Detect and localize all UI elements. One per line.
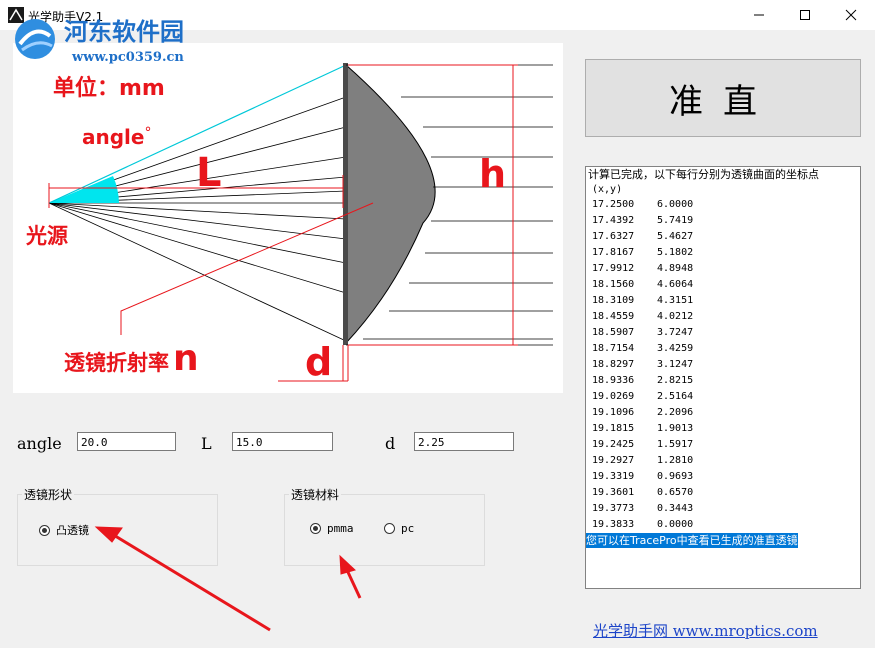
coordinate-row: 18.4559 4.0212 [586, 309, 860, 325]
coordinate-row: 18.9336 2.8215 [586, 373, 860, 389]
coordinate-x: 17.8167 [592, 247, 635, 258]
coordinate-y: 2.8215 [657, 375, 694, 386]
collimate-button[interactable]: 准直 [585, 59, 861, 137]
coordinate-row: 19.3833 0.0000 [586, 517, 860, 533]
coordinate-row: 18.7154 3.4259 [586, 341, 860, 357]
coordinate-y: 1.2810 [657, 455, 694, 466]
coordinate-y: 6.0000 [657, 199, 694, 210]
coordinate-row: 19.2927 1.2810 [586, 453, 860, 469]
coordinate-x: 19.1815 [592, 423, 635, 434]
website-link[interactable]: 光学助手网 www.mroptics.com [593, 620, 818, 641]
coordinate-row: 19.3319 0.9693 [586, 469, 860, 485]
coordinate-row: 17.2500 6.0000 [586, 197, 860, 213]
coordinate-y: 5.7419 [657, 215, 694, 226]
coordinate-y: 4.3151 [657, 295, 694, 306]
coordinate-x: 19.3773 [592, 503, 635, 514]
coordinate-x: 19.0269 [592, 391, 635, 402]
coordinate-x: 19.3833 [592, 519, 635, 530]
coordinate-x: 17.9912 [592, 263, 635, 274]
coordinate-x: 19.2927 [592, 455, 635, 466]
coordinate-y: 1.9013 [657, 423, 694, 434]
coordinate-row: 17.8167 5.1802 [586, 245, 860, 261]
coordinate-y: 3.7247 [657, 327, 694, 338]
coordinate-x: 18.3109 [592, 295, 635, 306]
coordinate-y: 4.8948 [657, 263, 694, 274]
coordinate-x: 18.9336 [592, 375, 635, 386]
coordinate-row: 18.8297 3.1247 [586, 357, 860, 373]
coordinate-x: 19.3319 [592, 471, 635, 482]
coordinate-x: 17.4392 [592, 215, 635, 226]
coordinate-x: 18.7154 [592, 343, 635, 354]
coordinate-y: 1.5917 [657, 439, 694, 450]
coordinate-x: 19.1096 [592, 407, 635, 418]
coordinate-x: 18.1560 [592, 279, 635, 290]
coordinate-y: 4.6064 [657, 279, 694, 290]
coordinate-row: 19.3601 0.6570 [586, 485, 860, 501]
coordinate-y: 0.6570 [657, 487, 694, 498]
coordinate-row: 19.1096 2.2096 [586, 405, 860, 421]
coordinate-x: 19.3601 [592, 487, 635, 498]
output-header: 计算已完成，以下每行分别为透镜曲面的坐标点 [588, 168, 819, 181]
coordinate-row: 17.9912 4.8948 [586, 261, 860, 277]
coordinate-y: 0.3443 [657, 503, 694, 514]
coordinate-y: 0.0000 [657, 519, 694, 530]
coordinate-x: 17.2500 [592, 199, 635, 210]
coordinate-row: 17.6327 5.4627 [586, 229, 860, 245]
output-subheader: (x,y) [592, 184, 623, 195]
coordinate-x: 18.4559 [592, 311, 635, 322]
coordinate-y: 0.9693 [657, 471, 694, 482]
output-footer: 您可以在TracePro中查看已生成的准直透镜 [586, 533, 798, 548]
coordinate-x: 18.8297 [592, 359, 635, 370]
coordinate-x: 18.5907 [592, 327, 635, 338]
output-textarea[interactable]: 计算已完成，以下每行分别为透镜曲面的坐标点 (x,y) 17.2500 6.000… [585, 166, 861, 589]
coordinate-row: 19.3773 0.3443 [586, 501, 860, 517]
coordinate-y: 3.4259 [657, 343, 694, 354]
coordinate-y: 2.2096 [657, 407, 694, 418]
coordinate-y: 3.1247 [657, 359, 694, 370]
coordinate-row: 19.2425 1.5917 [586, 437, 860, 453]
coordinate-list: 17.2500 6.0000 17.4392 5.7419 17.6327 5.4627 1… [586, 197, 860, 533]
coordinate-x: 17.6327 [592, 231, 635, 242]
output-footer-line: 您可以在TracePro中查看已生成的准直透镜 [586, 533, 860, 548]
coordinate-row: 18.3109 4.3151 [586, 293, 860, 309]
coordinate-y: 5.1802 [657, 247, 694, 258]
coordinate-x: 19.2425 [592, 439, 635, 450]
coordinate-y: 4.0212 [657, 311, 694, 322]
coordinate-row: 18.1560 4.6064 [586, 277, 860, 293]
coordinate-y: 2.5164 [657, 391, 694, 402]
coordinate-row: 17.4392 5.7419 [586, 213, 860, 229]
coordinate-row: 19.0269 2.5164 [586, 389, 860, 405]
coordinate-row: 19.1815 1.9013 [586, 421, 860, 437]
coordinate-y: 5.4627 [657, 231, 694, 242]
coordinate-row: 18.5907 3.7247 [586, 325, 860, 341]
